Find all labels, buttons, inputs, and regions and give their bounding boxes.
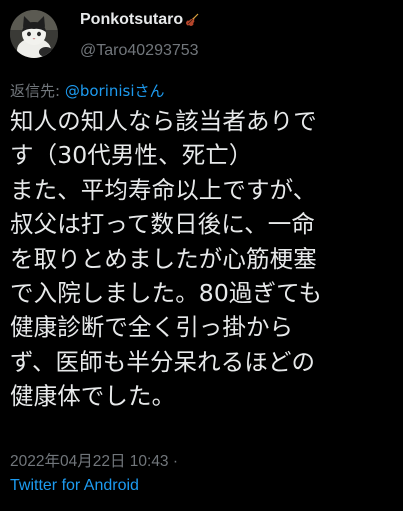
tweet-body-line: を取りとめましたが心筋梗塞: [10, 244, 317, 273]
tweet-body-line: 叔父は打って数日後に、一命: [10, 210, 315, 239]
author-handle[interactable]: @Taro40293753: [80, 42, 199, 60]
tweet-timestamp[interactable]: 2022年04月22日 10:43 ·: [10, 449, 178, 471]
violin-icon: [184, 12, 200, 28]
tweet-body-line: 知人の知人なら該当者ありで: [10, 107, 317, 135]
avatar[interactable]: [10, 10, 58, 58]
tweet-body: 知人の知人なら該当者ありで す（30代男性、死亡） また、平均寿命以上ですが、 …: [10, 104, 398, 414]
tweet-body-line: ず、医師も半分呆れるほどの: [10, 347, 316, 376]
tweet-body-line: で入院しました。80過ぎても: [10, 279, 323, 308]
tweet-source-link[interactable]: Twitter for Android: [10, 477, 139, 495]
tweet: Ponkotsutaro @Taro40293753 返信先: @borinis…: [0, 0, 403, 511]
author-display-name[interactable]: Ponkotsutaro: [80, 11, 200, 29]
tweet-body-line: す（30代男性、死亡）: [10, 141, 253, 170]
tweet-body-line: 健康体でした。: [10, 382, 176, 411]
tweet-body-line: 健康診断で全く引っ掛から: [10, 313, 294, 342]
reply-to-line: 返信先: @borinisiさん: [10, 80, 165, 101]
reply-mention-link[interactable]: @borinisiさん: [65, 82, 165, 100]
tweet-body-line: また、平均寿命以上ですが、: [10, 175, 317, 204]
display-name-text: Ponkotsutaro: [80, 11, 184, 28]
reply-prefix: 返信先:: [10, 82, 65, 100]
cat-avatar-icon: [10, 10, 58, 58]
